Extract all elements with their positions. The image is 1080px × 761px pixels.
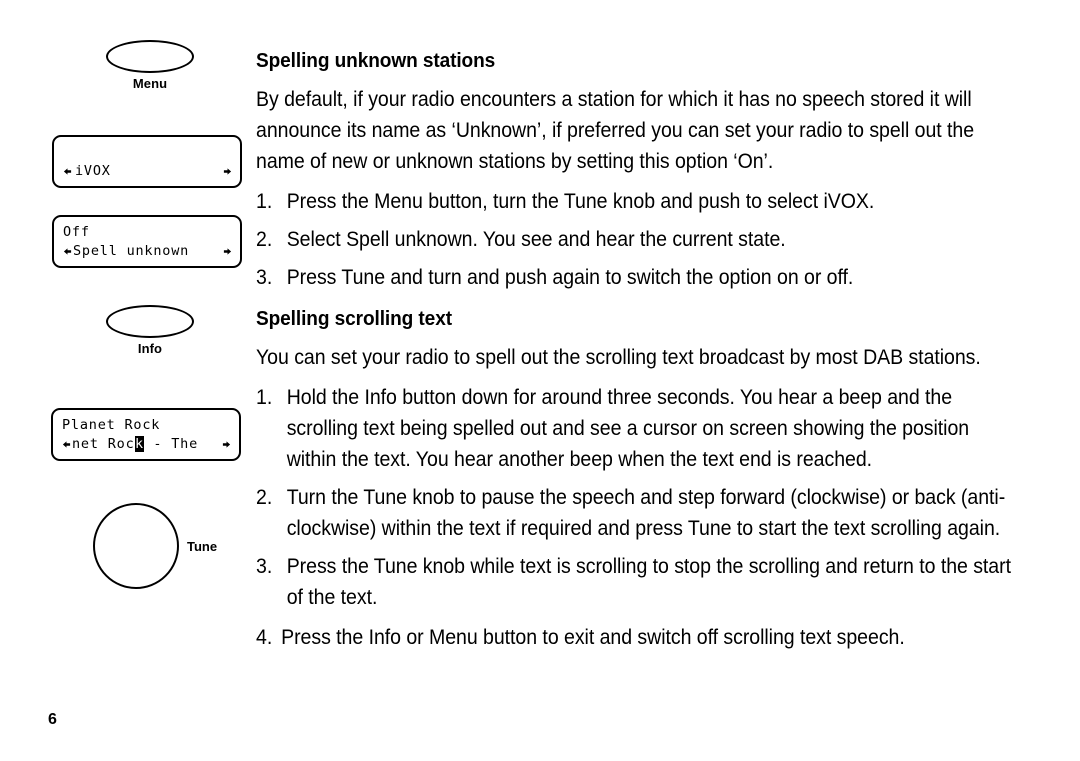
list-text: Press the Tune knob while text is scroll… — [286, 555, 1011, 609]
steps-spelling-scrolling-final: 4. Press the Info or Menu button to exit… — [256, 622, 1014, 653]
lcd-text-station-name: Planet Rock — [62, 417, 161, 433]
list-item: 3. Press the Tune knob while text is scr… — [256, 551, 1014, 613]
list-marker: 1. — [256, 190, 273, 213]
lcd-text-menu-item: Spell unknown — [73, 243, 190, 259]
tune-knob-figure: Tune — [93, 503, 217, 589]
steps-spelling-unknown: 1. Press the Menu button, turn the Tune … — [256, 186, 1014, 293]
lcd-scroll-before: net Roc — [72, 436, 135, 452]
list-item: 1. Hold the Info button down for around … — [256, 382, 1014, 475]
list-text: Turn the Tune knob to pause the speech a… — [286, 486, 1006, 540]
lcd-line-2: iVOX — [61, 162, 233, 181]
list-item: 3. Press Tune and turn and push again to… — [256, 262, 1014, 293]
steps-spelling-scrolling: 1. Hold the Info button down for around … — [256, 382, 1014, 613]
arrow-right-icon — [221, 167, 233, 176]
lcd-line-1: Off — [61, 223, 233, 242]
manual-page: Menu iVOX Off Spell unknown Info Planet … — [0, 0, 1080, 761]
page-number: 6 — [48, 711, 57, 728]
list-text: Press the Menu button, turn the Tune kno… — [286, 190, 875, 213]
list-marker: 2. — [256, 228, 273, 251]
list-text: Select Spell unknown. You see and hear t… — [286, 228, 786, 251]
list-item: 2. Turn the Tune knob to pause the speec… — [256, 482, 1014, 544]
list-item: 4. Press the Info or Menu button to exit… — [256, 622, 1014, 653]
menu-button-figure: Menu — [60, 40, 240, 91]
arrow-left-icon — [61, 167, 73, 176]
lcd-line-2: net Rock - The — [60, 435, 232, 454]
heading-spelling-scrolling-text: Spelling scrolling text — [256, 307, 452, 330]
info-button-figure: Info — [60, 305, 240, 356]
list-text: Press the Info or Menu button to exit an… — [281, 626, 905, 649]
illustration-column: Menu iVOX Off Spell unknown Info Planet … — [38, 40, 253, 680]
list-marker: 3. — [256, 266, 273, 289]
paragraph-spelling-unknown-intro: By default, if your radio encounters a s… — [256, 88, 975, 173]
lcd-text-scrolling: net Rock - The — [72, 435, 220, 454]
lcd-line-1: Planet Rock — [60, 416, 232, 435]
arrow-right-icon — [221, 247, 233, 256]
lcd-text-ivox: iVOX — [75, 163, 111, 179]
heading-spelling-unknown-stations: Spelling unknown stations — [256, 49, 496, 72]
list-item: 1. Press the Menu button, turn the Tune … — [256, 186, 1014, 217]
list-marker: 3. — [256, 555, 273, 578]
arrow-left-icon — [60, 440, 72, 449]
lcd-screen-ivox: iVOX — [52, 135, 242, 188]
list-marker: 2. — [256, 486, 273, 509]
lcd-cursor-block: k — [134, 436, 145, 452]
rotary-knob-icon — [93, 503, 179, 589]
list-marker: 1. — [256, 386, 273, 409]
lcd-screen-planet-rock: Planet Rock net Rock - The — [51, 408, 241, 461]
menu-button-label: Menu — [132, 76, 168, 91]
content-column: Spelling unknown stations By default, if… — [256, 48, 1014, 662]
lcd-scroll-after: - The — [144, 436, 199, 452]
list-marker: 4. — [256, 626, 273, 649]
arrow-right-icon — [220, 440, 232, 449]
lcd-line-2: Spell unknown — [61, 242, 233, 261]
lcd-screen-spell-unknown: Off Spell unknown — [52, 215, 242, 268]
list-text: Hold the Info button down for around thr… — [286, 386, 970, 471]
paragraph-spelling-scrolling-intro: You can set your radio to spell out the … — [256, 346, 981, 369]
list-text: Press Tune and turn and push again to sw… — [286, 266, 854, 289]
lcd-text-state: Off — [63, 224, 90, 240]
oval-push-button-icon — [106, 40, 194, 73]
list-item: 2. Select Spell unknown. You see and hea… — [256, 224, 1014, 255]
arrow-left-icon — [61, 247, 73, 256]
info-button-label: Info — [137, 341, 163, 356]
oval-push-button-icon — [106, 305, 194, 338]
tune-knob-label: Tune — [187, 538, 218, 554]
